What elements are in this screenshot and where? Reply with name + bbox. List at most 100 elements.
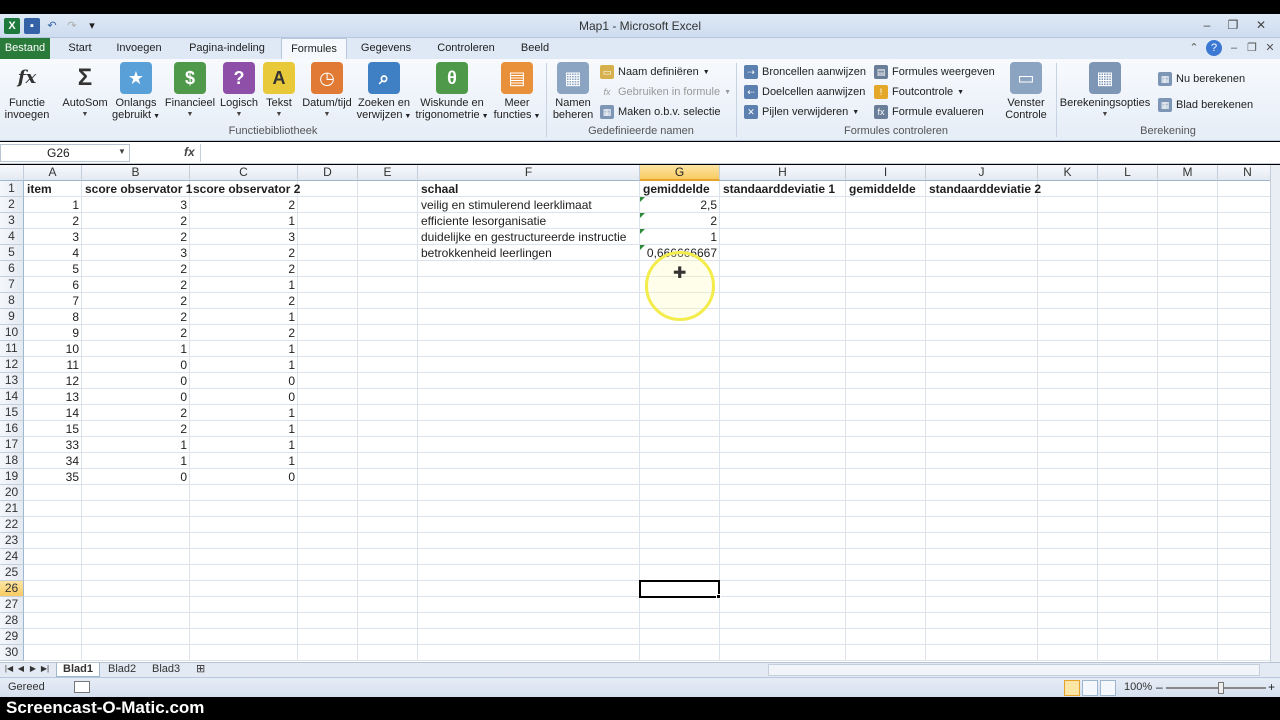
workbook-restore-icon[interactable]: ❐ [1244, 40, 1260, 56]
cell-score-observator-2[interactable]: 1 [190, 277, 298, 293]
cell-score-observator-1[interactable]: 2 [82, 229, 190, 245]
row-header-24[interactable]: 24 [0, 549, 24, 565]
vertical-scrollbar[interactable] [1270, 165, 1280, 662]
zoom-in-icon[interactable]: + [1268, 680, 1275, 694]
name-box[interactable]: G26 [0, 144, 130, 162]
berekeningsopties-button[interactable]: ▦ Berekeningsopties ▼ [1058, 62, 1152, 121]
cell-item[interactable]: 7 [24, 293, 82, 309]
cell-scale-name[interactable]: betrokkenheid leerlingen [418, 245, 555, 261]
row-header-3[interactable]: 3 [0, 213, 24, 229]
cell-score-observator-1[interactable]: 0 [82, 373, 190, 389]
cell-score-observator-1[interactable]: 2 [82, 405, 190, 421]
cell-score-observator-1[interactable]: 1 [82, 437, 190, 453]
row-header-6[interactable]: 6 [0, 261, 24, 277]
cell-item[interactable]: 33 [24, 437, 82, 453]
help-icon[interactable]: ? [1206, 40, 1222, 56]
financieel-button[interactable]: $ Financieel ▼ [164, 62, 216, 121]
row-header-17[interactable]: 17 [0, 437, 24, 453]
row-header-11[interactable]: 11 [0, 341, 24, 357]
broncellen-aanwijzen-button[interactable]: ⇢ Broncellen aanwijzen [744, 64, 866, 80]
prev-sheet-icon[interactable]: ◀ [16, 664, 26, 673]
cell-item[interactable]: 15 [24, 421, 82, 437]
cell-score-observator-2[interactable]: 0 [190, 469, 298, 485]
row-header-1[interactable]: 1 [0, 181, 24, 197]
cell-item[interactable]: 34 [24, 453, 82, 469]
header-cell-g1[interactable]: gemiddelde [640, 181, 713, 197]
row-header-21[interactable]: 21 [0, 501, 24, 517]
row-header-10[interactable]: 10 [0, 325, 24, 341]
cell-score-observator-2[interactable]: 1 [190, 341, 298, 357]
tab-invoegen[interactable]: Invoegen [108, 38, 170, 59]
cell-score-observator-1[interactable]: 2 [82, 213, 190, 229]
cell-item[interactable]: 3 [24, 229, 82, 245]
cell-score-observator-2[interactable]: 1 [190, 453, 298, 469]
row-header-26[interactable]: 26 [0, 581, 24, 597]
cell-scale-name[interactable]: efficiente lesorganisatie [418, 213, 549, 229]
select-all-corner[interactable] [0, 165, 24, 181]
cell-score-observator-1[interactable]: 3 [82, 245, 190, 261]
cell-score-observator-1[interactable]: 2 [82, 309, 190, 325]
insert-sheet-icon[interactable]: ⊞ [190, 663, 211, 677]
cell-item[interactable]: 1 [24, 197, 82, 213]
venster-controle-button[interactable]: ▭ Venster Controle [1000, 62, 1052, 121]
namen-beheren-button[interactable]: ▦ Namen beheren [550, 62, 596, 121]
cell-item[interactable]: 14 [24, 405, 82, 421]
tab-bestand[interactable]: Bestand [0, 38, 50, 59]
column-header-n[interactable]: N [1218, 165, 1270, 181]
zoom-slider-knob[interactable] [1218, 682, 1224, 694]
cell-score-observator-1[interactable]: 2 [82, 261, 190, 277]
cell-score-observator-1[interactable]: 1 [82, 453, 190, 469]
zoom-slider[interactable] [1166, 687, 1266, 689]
onlangs-gebruikt-button[interactable]: ★ Onlangs gebruikt ▼ [110, 62, 162, 123]
autosom-button[interactable]: Σ AutoSom ▼ [60, 62, 110, 121]
row-header-25[interactable]: 25 [0, 565, 24, 581]
tab-formules[interactable]: Formules [281, 38, 347, 60]
cell-scale-name[interactable]: duidelijke en gestructureerde instructie [418, 229, 629, 245]
nu-berekenen-button[interactable]: ▦ Nu berekenen [1158, 71, 1245, 87]
cell-item[interactable]: 10 [24, 341, 82, 357]
fill-handle[interactable] [716, 594, 721, 599]
cell-score-observator-2[interactable]: 2 [190, 245, 298, 261]
cell-score-observator-2[interactable]: 0 [190, 373, 298, 389]
cell-item[interactable]: 8 [24, 309, 82, 325]
cell-score-observator-1[interactable]: 3 [82, 197, 190, 213]
column-header-b[interactable]: B [82, 165, 190, 181]
row-header-2[interactable]: 2 [0, 197, 24, 213]
formula-input[interactable] [200, 144, 1280, 162]
cell-score-observator-1[interactable]: 2 [82, 277, 190, 293]
column-header-i[interactable]: I [846, 165, 926, 181]
logisch-button[interactable]: ? Logisch ▼ [218, 62, 260, 121]
column-header-a[interactable]: A [24, 165, 82, 181]
datum-tijd-button[interactable]: ◷ Datum/tijd ▼ [298, 62, 356, 121]
pijlen-verwijderen-button[interactable]: ✕ Pijlen verwijderen ▼ [744, 104, 859, 120]
cell-score-observator-2[interactable]: 1 [190, 213, 298, 229]
row-header-30[interactable]: 30 [0, 645, 24, 661]
row-header-23[interactable]: 23 [0, 533, 24, 549]
header-cell-a1[interactable]: item [24, 181, 55, 197]
row-header-16[interactable]: 16 [0, 421, 24, 437]
row-header-12[interactable]: 12 [0, 357, 24, 373]
tab-pagina-indeling[interactable]: Pagina-indeling [180, 38, 274, 59]
maken-obv-selectie-button[interactable]: ▦ Maken o.b.v. selectie [600, 104, 721, 120]
cell-score-observator-2[interactable]: 1 [190, 405, 298, 421]
cell-score-observator-1[interactable]: 1 [82, 341, 190, 357]
cell-score-observator-1[interactable]: 0 [82, 389, 190, 405]
row-header-19[interactable]: 19 [0, 469, 24, 485]
cell-item[interactable]: 12 [24, 373, 82, 389]
cell-score-observator-1[interactable]: 2 [82, 325, 190, 341]
cell-score-observator-2[interactable]: 2 [190, 325, 298, 341]
tab-gegevens[interactable]: Gegevens [354, 38, 418, 59]
cell-score-observator-2[interactable]: 2 [190, 293, 298, 309]
blad-berekenen-button[interactable]: ▦ Blad berekenen [1158, 97, 1253, 113]
column-header-m[interactable]: M [1158, 165, 1218, 181]
column-header-f[interactable]: F [418, 165, 640, 181]
cell-score-observator-2[interactable]: 1 [190, 437, 298, 453]
row-header-27[interactable]: 27 [0, 597, 24, 613]
header-cell-c1[interactable]: score observator 2 [190, 181, 303, 197]
first-sheet-icon[interactable]: |◀ [4, 664, 14, 673]
horizontal-scrollbar[interactable] [768, 664, 1260, 676]
row-header-15[interactable]: 15 [0, 405, 24, 421]
close-icon[interactable]: ✕ [1250, 16, 1272, 34]
sheet-tab-blad1[interactable]: Blad1 [56, 663, 100, 677]
cell-item[interactable]: 35 [24, 469, 82, 485]
